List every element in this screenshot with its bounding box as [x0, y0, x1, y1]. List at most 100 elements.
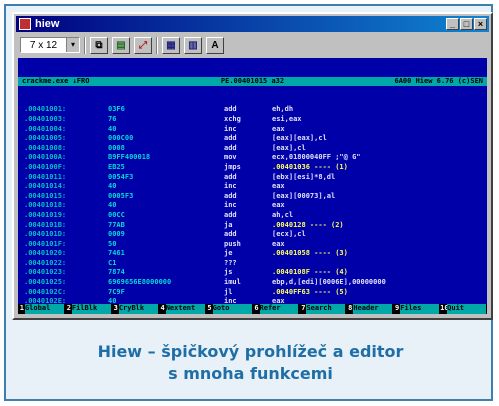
fkey-number: 2 [66, 304, 71, 312]
row-operands: ebp,d,[edi][0006E],00000000 [272, 278, 386, 287]
row-hex: 0054F3 [108, 172, 134, 181]
row-operands: [ecx],cl [272, 230, 306, 239]
disasm-row[interactable]: .00401008: 0008 add [eax],cl [18, 144, 487, 154]
disasm-row[interactable]: .00401015: 0005F3 add [eax][00073],al [18, 192, 487, 202]
background-icon[interactable]: ▥ [184, 36, 202, 54]
disasm-row[interactable]: .00401003: 76 xchg esi,eax [18, 115, 487, 125]
row-mnemonic: add [224, 191, 237, 200]
disasm-row[interactable]: .00401011: 0054F3 add [ebx][esi]*8,dl [18, 173, 487, 183]
fkey-1[interactable]: 1 Global [18, 304, 65, 314]
row-operands: [eax][00073],al [272, 191, 336, 200]
row-address: .00401004: [24, 124, 67, 133]
caption-buttons: _ □ × [446, 18, 487, 30]
status-line: crackme.exe ↓FRO PE.00401015 a32 6A00 Hi… [18, 77, 487, 87]
row-hex: 40 [108, 201, 117, 210]
row-mnemonic: add [224, 172, 237, 181]
row-hex: 76 [108, 114, 117, 123]
row-mnemonic: ??? [224, 258, 237, 267]
fkey-label: Refer [259, 304, 299, 314]
row-address: .0040100A: [24, 153, 67, 162]
row-address: .0040102C: [24, 287, 67, 296]
properties-icon[interactable]: ▦ [162, 36, 180, 54]
disasm-row[interactable]: .0040101D: 0009 add [ecx],cl [18, 230, 487, 240]
app-icon [19, 18, 31, 30]
row-mnemonic: add [224, 134, 237, 143]
disasm-row[interactable]: .0040102C: 7C9F jl .0040FF63 ---- (5) [18, 288, 487, 298]
fkey-4[interactable]: 4 Nextent [159, 304, 206, 314]
row-mnemonic: je [224, 249, 233, 258]
disasm-row[interactable]: .0040100F: EB25 jmps .00401036 ---- (1) [18, 163, 487, 173]
close-button[interactable]: × [474, 18, 487, 30]
fkey-label: Global [25, 304, 64, 314]
row-hex: 0008 [108, 143, 125, 152]
fkey-5[interactable]: 5 Goto [206, 304, 253, 314]
hiew-console[interactable]: crackme.exe ↓FRO PE.00401015 a32 6A00 Hi… [18, 58, 487, 314]
fkey-10[interactable]: 10 Quit [440, 304, 487, 314]
toolbar-separator [84, 36, 86, 54]
row-hex: 03F6 [108, 105, 125, 114]
row-hex: 7874 [108, 268, 125, 277]
disasm-row[interactable]: .00401014: 40 inc eax [18, 182, 487, 192]
font-button[interactable]: A [206, 36, 224, 54]
row-operands: eax [272, 124, 285, 133]
row-operands: eh,dh [272, 105, 294, 114]
disasm-row[interactable]: .00401005: 000C00 add [eax][eax],cl [18, 134, 487, 144]
figure-caption: Hiew – špičkový prohlížeč a editor s mno… [12, 328, 489, 398]
row-hex: 77AB [108, 220, 125, 229]
row-address: .00401011: [24, 172, 67, 181]
disasm-row[interactable]: .00401023: 7874 js .0040108F ---- (4) [18, 268, 487, 278]
row-operands: .0040128 ---- (2) [272, 220, 344, 229]
disasm-row[interactable]: .00401001: 03F6 add eh,dh [18, 105, 487, 115]
disasm-row[interactable]: .0040100A: B9FF400018 mov ecx,01800040FF ;"… [18, 153, 487, 163]
fkey-number: 10 [440, 304, 449, 312]
toolbar: 7 x 12 ▾ ⧉ ▤ ⤢ ▦ ▥ A [16, 34, 489, 56]
font-size-select[interactable]: 7 x 12 ▾ [20, 37, 80, 53]
title-bar[interactable]: hiew _ □ × [16, 16, 489, 32]
row-operands: eax [272, 239, 285, 248]
row-mnemonic: mov [224, 153, 237, 162]
row-mnemonic: add [224, 105, 237, 114]
row-address: .00401018: [24, 201, 67, 210]
row-hex: C1 [108, 258, 117, 267]
chevron-down-icon[interactable]: ▾ [66, 38, 79, 52]
fkey-label: CryBlk [118, 304, 158, 314]
disasm-row[interactable]: .00401025: 6969656E8000000 imul ebp,d,[edi]… [18, 278, 487, 288]
row-hex: 50 [108, 239, 117, 248]
fkey-2[interactable]: 2 FilBlk [65, 304, 112, 314]
row-hex: B9FF400018 [108, 153, 151, 162]
row-operands: .0040FF63 ---- (5) [272, 287, 348, 296]
maximize-button[interactable]: □ [460, 18, 473, 30]
row-hex: 000C00 [108, 134, 134, 143]
row-mnemonic: ja [224, 220, 233, 229]
fullscreen-icon[interactable]: ⤢ [134, 36, 152, 54]
paste-icon[interactable]: ▤ [112, 36, 130, 54]
disasm-row[interactable]: .0040101F: 50 push eax [18, 240, 487, 250]
minimize-button[interactable]: _ [446, 18, 459, 30]
disasm-row[interactable]: .00401019: 00CC add ah,cl [18, 211, 487, 221]
row-mnemonic: add [224, 143, 237, 152]
fkey-6[interactable]: 6 Refer [253, 304, 300, 314]
disasm-row[interactable]: .00401018: 40 inc eax [18, 201, 487, 211]
disasm-row[interactable]: .00401004: 40 inc eax [18, 125, 487, 135]
font-size-value: 7 x 12 [29, 39, 58, 51]
row-address: .0040100F: [24, 162, 67, 171]
row-mnemonic: jl [224, 287, 233, 296]
row-address: .00401020: [24, 249, 67, 258]
row-operands [272, 259, 487, 269]
row-address: .00401022: [24, 258, 67, 267]
disasm-row[interactable]: .00401022: C1??? [18, 259, 487, 269]
fkey-8[interactable]: 8 Header [346, 304, 393, 314]
fkey-number: 7 [301, 304, 306, 312]
window-title: hiew [35, 18, 60, 30]
row-operands: [ebx][esi]*8,dl [272, 172, 336, 181]
hiew-window: hiew _ □ × 7 x 12 ▾ ⧉ ▤ ⤢ ▦ ▥ A crackme.… [12, 12, 493, 320]
fkey-7[interactable]: 7 Search [299, 304, 346, 314]
disasm-row[interactable]: .0040101B: 77AB ja .0040128 ---- (2) [18, 221, 487, 231]
disasm-row[interactable]: .00401020: 7461 je .00401058 ---- (3) [18, 249, 487, 259]
copy-icon[interactable]: ⧉ [90, 36, 108, 54]
fkey-3[interactable]: 3 CryBlk [112, 304, 159, 314]
row-address: .00401014: [24, 182, 67, 191]
row-mnemonic: js [224, 268, 233, 277]
row-operands: .00401036 ---- (1) [272, 162, 348, 171]
fkey-9[interactable]: 9 Files [393, 304, 440, 314]
